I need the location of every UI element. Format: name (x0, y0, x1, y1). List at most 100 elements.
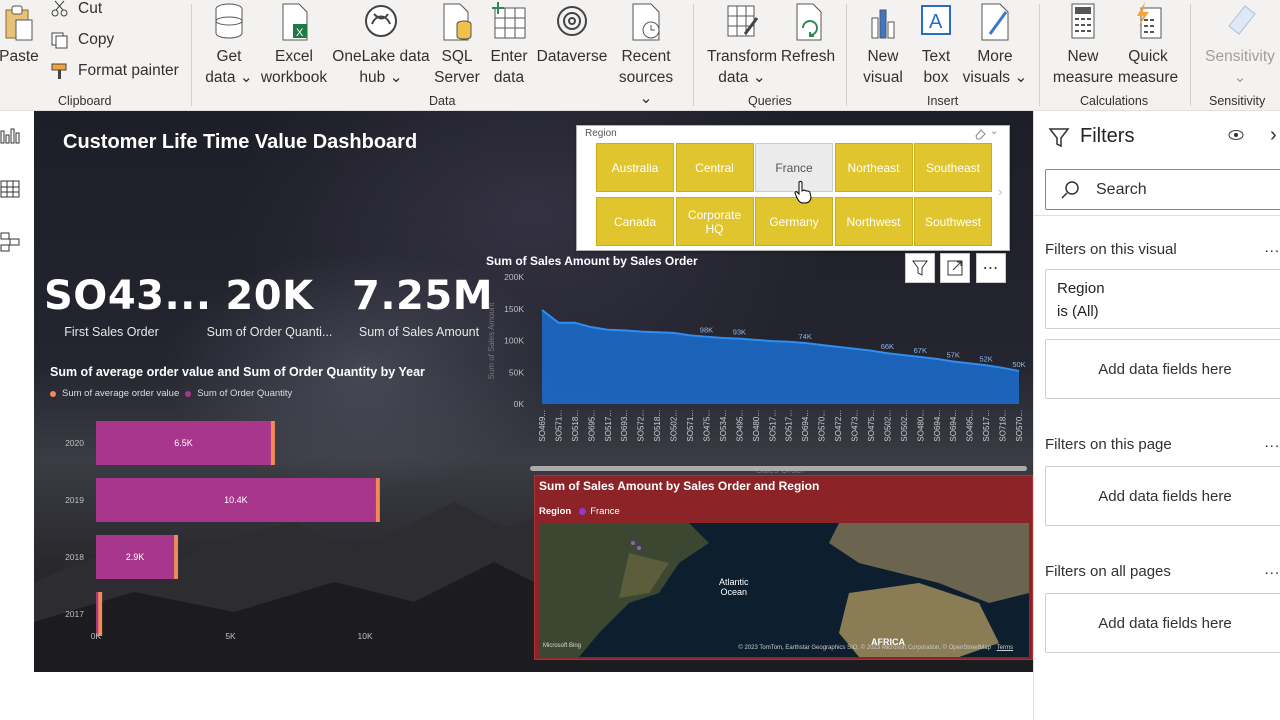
kpi-first-sales-order[interactable]: SO43... First Sales Order (44, 273, 211, 339)
add-data-fields-all-pages[interactable]: Add data fields here (1045, 593, 1280, 653)
y-axis-title: Sum of Sales Amount (487, 302, 496, 380)
paste-label: Paste (0, 48, 39, 65)
x-tick-label: SO495... (966, 410, 975, 442)
get-data-button[interactable]: Get data ⌄ (203, 0, 255, 88)
map-area[interactable]: Atlantic Ocean AFRICA Microsoft Bing © 2… (539, 523, 1029, 657)
kpi-order-quantity[interactable]: 20K Sum of Order Quanti... (202, 273, 337, 339)
new-visual-button[interactable]: New visual (860, 0, 906, 88)
region-filter-card[interactable]: Region is (All) (1045, 269, 1280, 329)
new-measure-button[interactable]: New measure (1050, 0, 1116, 88)
excel-workbook-button[interactable]: X Excel workbook (256, 0, 332, 88)
slicer-item[interactable]: Southwest (914, 197, 992, 246)
filter-field-name: Region (1057, 280, 1105, 297)
bar-average-order-value (270, 421, 275, 465)
calculator-icon (1066, 2, 1100, 39)
slicer-title: Region (585, 128, 617, 139)
new-visual-icon (866, 2, 900, 39)
cut-button[interactable]: Cut (50, 0, 102, 18)
x-tick-label: SO694... (801, 410, 810, 442)
refresh-label: Refresh (780, 48, 836, 65)
x-tick-label: SO517... (768, 410, 777, 442)
slicer-item[interactable]: Corporate HQ (675, 197, 754, 246)
more-options-icon[interactable]: ... (1264, 239, 1280, 256)
map-visual[interactable]: Sum of Sales Amount by Sales Order and R… (534, 475, 1033, 660)
eraser-icon[interactable] (974, 127, 986, 140)
legend-dot-purple (579, 508, 587, 515)
x-tick-label: SO502... (900, 410, 909, 442)
ribbon-divider (191, 4, 192, 106)
more-visuals-button[interactable]: More visuals ⌄ (960, 0, 1030, 88)
visual-filter-icon[interactable] (905, 253, 935, 283)
eye-icon[interactable] (1227, 128, 1245, 142)
slicer-item[interactable]: Northwest (834, 197, 913, 246)
text-box-button[interactable]: A Text box (914, 0, 958, 88)
sensitivity-icon (1223, 2, 1257, 38)
pane-divider (1034, 215, 1280, 216)
enter-data-label: Enter data (490, 48, 528, 86)
scissors-icon (50, 0, 70, 18)
sql-server-button[interactable]: SQL Server (432, 0, 482, 88)
kpi-value: 20K (225, 273, 314, 319)
bar-chart-visual[interactable]: Sum of average order value and Sum of Or… (44, 363, 484, 653)
filters-on-all-pages-label: Filters on all pages (1045, 563, 1171, 580)
copy-label: Copy (78, 31, 115, 48)
onelake-icon (364, 2, 398, 38)
data-label: 10.4K (224, 495, 248, 505)
add-data-fields-visual[interactable]: Add data fields here (1045, 339, 1280, 399)
add-data-fields-page[interactable]: Add data fields here (1045, 466, 1280, 526)
sql-server-label: SQL Server (434, 48, 480, 86)
enter-data-button[interactable]: Enter data (486, 0, 532, 88)
quick-measure-button[interactable]: Quick measure (1115, 0, 1181, 88)
model-view-icon[interactable] (0, 231, 20, 253)
filter-search-box[interactable]: Search (1045, 169, 1280, 210)
slicer-item[interactable]: Germany (755, 197, 833, 246)
text-box-icon: A (919, 2, 953, 38)
database-icon (212, 2, 246, 39)
transform-data-label: Transform data ⌄ (706, 48, 778, 86)
calculations-group-label: Calculations (1080, 94, 1149, 108)
data-label: 98K (700, 326, 713, 335)
dataverse-button[interactable]: Dataverse (535, 0, 609, 67)
x-tick-label: SO518... (571, 410, 580, 442)
kpi-sales-amount[interactable]: 7.25M Sum of Sales Amount (352, 273, 493, 339)
area-chart-plot: 0K 50K 100K 150K 200K 98K 93K 74K 66K 67K 57K 52K 50… (487, 272, 1026, 475)
refresh-button[interactable]: Refresh (780, 0, 836, 67)
format-painter-button[interactable]: Format painter (50, 62, 179, 80)
slicer-item[interactable]: Central (675, 143, 754, 192)
more-options-icon[interactable]: ... (1264, 561, 1280, 578)
paste-button[interactable]: Paste (0, 2, 40, 67)
table-grid-icon (492, 2, 526, 39)
area-chart-visual[interactable]: Sum of Sales Amount by Sales Order 0K 50K… (484, 251, 1033, 476)
area-chart-title: Sum of Sales Amount by Sales Order (486, 254, 698, 268)
svg-text:A: A (929, 11, 943, 33)
slicer-item[interactable]: Southeast (914, 143, 992, 192)
slicer-item[interactable]: Australia (596, 143, 674, 192)
terms-link[interactable]: Terms (997, 645, 1013, 651)
ribbon-divider (1190, 4, 1191, 106)
chevron-down-icon[interactable]: ⌄ (990, 126, 1002, 138)
y-tick-label: 50K (509, 367, 524, 377)
format-painter-icon (50, 62, 70, 80)
data-label: 6.5K (174, 438, 193, 448)
sensitivity-button[interactable]: Sensitivity ⌄ (1200, 0, 1280, 88)
kpi-label: Sum of Order Quanti... (206, 325, 333, 339)
focus-mode-icon[interactable] (940, 253, 970, 283)
recent-sources-button[interactable]: Recent sources ⌄ (613, 0, 679, 109)
scroll-bar[interactable] (530, 466, 1027, 471)
copy-button[interactable]: Copy (50, 31, 114, 49)
table-view-icon[interactable] (0, 179, 20, 199)
slicer-item[interactable]: Northeast (834, 143, 913, 192)
more-options-icon[interactable]: ⋯ (976, 253, 1006, 283)
collapse-pane-icon[interactable]: › (1270, 124, 1277, 147)
kpi-label: First Sales Order (64, 325, 159, 339)
x-tick-label: SO534... (719, 410, 728, 442)
report-view-icon[interactable] (0, 127, 20, 147)
more-options-icon[interactable]: ... (1264, 434, 1280, 451)
legend-item: Sum of average order value (62, 388, 180, 399)
onelake-data-hub-button[interactable]: OneLake data hub ⌄ (332, 0, 430, 88)
x-tick-label: SO693... (620, 410, 629, 442)
transform-data-button[interactable]: Transform data ⌄ (704, 0, 780, 88)
text-box-label: Text box (921, 48, 951, 86)
scroll-right-icon[interactable]: › (998, 184, 1002, 199)
slicer-item[interactable]: Canada (596, 197, 674, 246)
